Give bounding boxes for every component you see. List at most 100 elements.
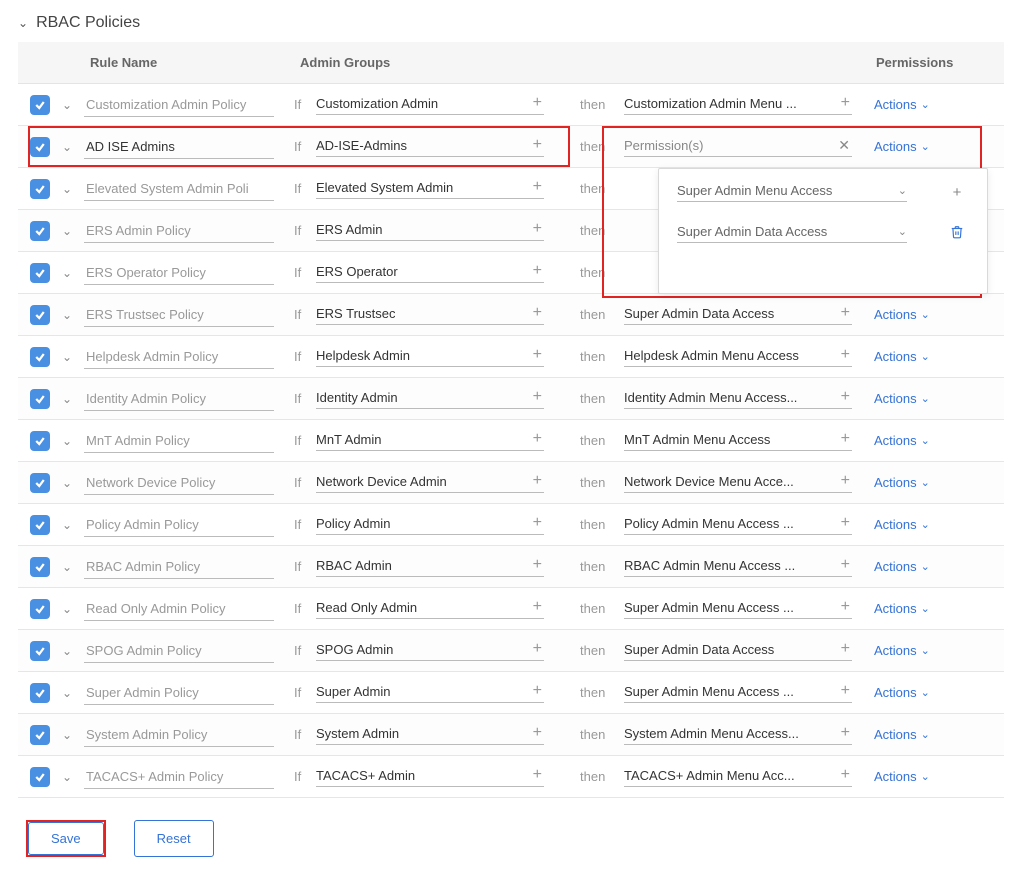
plus-icon[interactable]: + [839, 430, 852, 448]
plus-icon[interactable]: + [839, 556, 852, 574]
permission-dropdown[interactable]: Super Admin Menu Access ...+ [624, 598, 852, 619]
rule-name-input[interactable] [84, 681, 274, 705]
chevron-down-icon[interactable]: ⌄ [62, 560, 84, 574]
row-checkbox[interactable] [30, 641, 50, 661]
chevron-down-icon[interactable]: ⌄ [62, 602, 84, 616]
chevron-down-icon[interactable]: ⌄ [62, 434, 84, 448]
chevron-down-icon[interactable]: ⌄ [62, 476, 84, 490]
chevron-down-icon[interactable]: ⌄ [62, 686, 84, 700]
admin-group-dropdown[interactable]: ERS Operator+ [316, 262, 544, 283]
admin-group-dropdown[interactable]: Policy Admin+ [316, 514, 544, 535]
row-checkbox[interactable] [30, 347, 50, 367]
actions-menu[interactable]: Actions⌄ [874, 517, 930, 532]
plus-icon[interactable]: + [839, 598, 852, 616]
permission-dropdown[interactable]: Super Admin Data Access+ [624, 640, 852, 661]
plus-icon[interactable]: + [839, 766, 852, 784]
plus-icon[interactable]: + [531, 304, 544, 322]
actions-menu[interactable]: Actions⌄ [874, 559, 930, 574]
permission-dropdown[interactable]: MnT Admin Menu Access+ [624, 430, 852, 451]
actions-menu[interactable]: Actions⌄ [874, 643, 930, 658]
section-header[interactable]: ⌄ RBAC Policies [18, 10, 1004, 42]
chevron-down-icon[interactable]: ⌄ [62, 728, 84, 742]
row-checkbox[interactable] [30, 389, 50, 409]
plus-icon[interactable]: + [531, 472, 544, 490]
plus-icon[interactable]: + [531, 136, 544, 154]
chevron-down-icon[interactable]: ⌄ [62, 308, 84, 322]
plus-icon[interactable]: + [531, 430, 544, 448]
row-checkbox[interactable] [30, 95, 50, 115]
plus-icon[interactable]: + [531, 262, 544, 280]
permission-dropdown[interactable]: Super Admin Data Access+ [624, 304, 852, 325]
row-checkbox[interactable] [30, 431, 50, 451]
rule-name-input[interactable] [84, 135, 274, 159]
plus-icon[interactable]: + [945, 184, 969, 201]
chevron-down-icon[interactable]: ⌄ [62, 182, 84, 196]
plus-icon[interactable]: + [839, 94, 852, 112]
plus-icon[interactable]: + [839, 514, 852, 532]
row-checkbox[interactable] [30, 725, 50, 745]
actions-menu[interactable]: Actions⌄ [874, 727, 930, 742]
rule-name-input[interactable] [84, 723, 274, 747]
rule-name-input[interactable] [84, 429, 274, 453]
actions-menu[interactable]: Actions⌄ [874, 307, 930, 322]
actions-menu[interactable]: Actions⌄ [874, 769, 930, 784]
plus-icon[interactable]: + [531, 346, 544, 364]
permission-dropdown[interactable]: Identity Admin Menu Access...+ [624, 388, 852, 409]
plus-icon[interactable]: + [839, 388, 852, 406]
plus-icon[interactable]: + [531, 682, 544, 700]
admin-group-dropdown[interactable]: Identity Admin+ [316, 388, 544, 409]
admin-group-dropdown[interactable]: Super Admin+ [316, 682, 544, 703]
chevron-down-icon[interactable]: ⌄ [62, 140, 84, 154]
close-icon[interactable]: ✕ [836, 137, 852, 154]
plus-icon[interactable]: + [531, 724, 544, 742]
rule-name-input[interactable] [84, 177, 274, 201]
chevron-down-icon[interactable]: ⌄ [62, 266, 84, 280]
admin-group-dropdown[interactable]: Elevated System Admin+ [316, 178, 544, 199]
plus-icon[interactable]: + [839, 346, 852, 364]
row-checkbox[interactable] [30, 473, 50, 493]
plus-icon[interactable]: + [839, 304, 852, 322]
actions-menu[interactable]: Actions⌄ [874, 97, 930, 112]
admin-group-dropdown[interactable]: MnT Admin+ [316, 430, 544, 451]
trash-icon[interactable] [945, 225, 969, 243]
rule-name-input[interactable] [84, 261, 274, 285]
actions-menu[interactable]: Actions⌄ [874, 139, 930, 154]
actions-menu[interactable]: Actions⌄ [874, 475, 930, 490]
permission-dropdown[interactable]: RBAC Admin Menu Access ...+ [624, 556, 852, 577]
plus-icon[interactable]: + [531, 514, 544, 532]
admin-group-dropdown[interactable]: SPOG Admin+ [316, 640, 544, 661]
rule-name-input[interactable] [84, 303, 274, 327]
rule-name-input[interactable] [84, 639, 274, 663]
plus-icon[interactable]: + [531, 94, 544, 112]
plus-icon[interactable]: + [531, 598, 544, 616]
chevron-down-icon[interactable]: ⌄ [62, 392, 84, 406]
chevron-down-icon[interactable]: ⌄ [62, 644, 84, 658]
admin-group-dropdown[interactable]: System Admin+ [316, 724, 544, 745]
row-checkbox[interactable] [30, 221, 50, 241]
admin-group-dropdown[interactable]: ERS Admin+ [316, 220, 544, 241]
admin-group-dropdown[interactable]: Network Device Admin+ [316, 472, 544, 493]
chevron-down-icon[interactable]: ⌄ [62, 770, 84, 784]
admin-group-dropdown[interactable]: Customization Admin+ [316, 94, 544, 115]
actions-menu[interactable]: Actions⌄ [874, 685, 930, 700]
rule-name-input[interactable] [84, 765, 274, 789]
row-checkbox[interactable] [30, 599, 50, 619]
plus-icon[interactable]: + [839, 472, 852, 490]
reset-button[interactable]: Reset [134, 820, 214, 857]
plus-icon[interactable]: + [531, 766, 544, 784]
row-checkbox[interactable] [30, 305, 50, 325]
permission-dropdown[interactable]: Customization Admin Menu ...+ [624, 94, 852, 115]
admin-group-dropdown[interactable]: Helpdesk Admin+ [316, 346, 544, 367]
chevron-down-icon[interactable]: ⌄ [62, 98, 84, 112]
permission-dropdown[interactable]: Network Device Menu Acce...+ [624, 472, 852, 493]
row-checkbox[interactable] [30, 557, 50, 577]
admin-group-dropdown[interactable]: ERS Trustsec+ [316, 304, 544, 325]
plus-icon[interactable]: + [839, 724, 852, 742]
row-checkbox[interactable] [30, 767, 50, 787]
admin-group-dropdown[interactable]: Read Only Admin+ [316, 598, 544, 619]
admin-group-dropdown[interactable]: TACACS+ Admin+ [316, 766, 544, 787]
popover-permission-dropdown[interactable]: Super Admin Menu Access⌄ [677, 183, 907, 202]
permission-dropdown[interactable]: Helpdesk Admin Menu Access+ [624, 346, 852, 367]
row-checkbox[interactable] [30, 515, 50, 535]
rule-name-input[interactable] [84, 471, 274, 495]
